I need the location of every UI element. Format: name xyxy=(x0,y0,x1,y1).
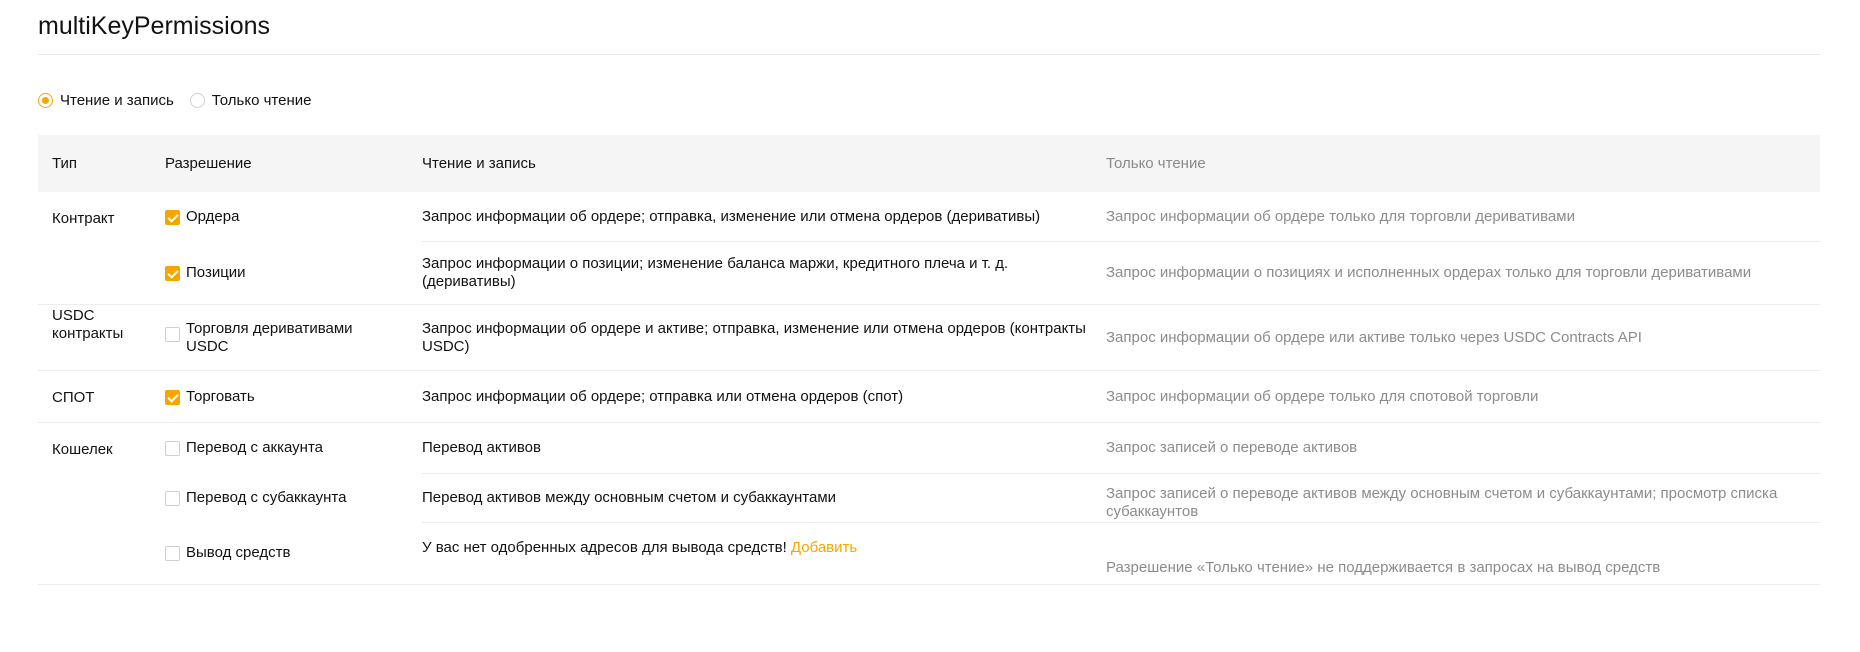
radio-read-only-indicator[interactable] xyxy=(189,92,205,108)
read-write-description: Перевод активов xyxy=(422,439,541,456)
header-type: Тип xyxy=(52,155,78,172)
permission-cell: Перевод с аккаунта xyxy=(165,423,422,473)
spot-trade-checkbox[interactable] xyxy=(165,389,180,405)
permission-label: Ордера xyxy=(186,207,240,225)
group-type-label: Контракт xyxy=(52,210,115,227)
group-type-label: СПОТ xyxy=(52,389,95,406)
read-only-description: Запрос информации об ордере только для т… xyxy=(1106,207,1575,225)
table-row: Перевод с аккаунта Перевод активов Запро… xyxy=(165,423,1820,473)
group-wallet: Кошелек Перевод с аккаунта Перевод актив… xyxy=(38,423,1820,585)
permission-label: Торговать xyxy=(186,387,255,405)
table-row: Ордера Запрос информации об ордере; отпр… xyxy=(165,192,1820,241)
header-read-only: Только чтение xyxy=(1106,155,1206,172)
account-transfer-checkbox[interactable] xyxy=(165,441,180,456)
permission-cell: Перевод с субаккаунта xyxy=(165,473,422,522)
header-read-write: Чтение и запись xyxy=(422,155,536,172)
usdc-derivatives-checkbox[interactable] xyxy=(165,327,180,342)
permission-label: Перевод с аккаунта xyxy=(186,439,324,456)
radio-read-only-label: Только чтение xyxy=(211,91,312,109)
group-usdc-contracts: USDC контракты Торговля деривативами USD… xyxy=(38,305,1820,371)
permissions-panel: multiKeyPermissions Чтение и запись Толь… xyxy=(38,0,1820,585)
read-write-description: Запрос информации об ордере и активе; от… xyxy=(422,319,1086,355)
table-header: Тип Разрешение Чтение и запись Только чт… xyxy=(38,135,1820,192)
add-address-link[interactable]: Добавить xyxy=(791,539,857,557)
read-only-description: Запрос записей о переводе активов между … xyxy=(1106,473,1820,522)
table-row: Вывод средств У вас нет одобренных адрес… xyxy=(165,522,1820,584)
radio-read-only[interactable]: Только чтение xyxy=(189,91,312,109)
withdrawal-checkbox[interactable] xyxy=(165,546,180,561)
radio-read-write[interactable]: Чтение и запись xyxy=(38,92,174,109)
radio-read-write-indicator[interactable] xyxy=(38,92,53,108)
group-type-label: USDC контракты xyxy=(52,307,124,342)
positions-checkbox[interactable] xyxy=(165,265,180,281)
page-title: multiKeyPermissions xyxy=(38,0,1820,55)
header-permission: Разрешение xyxy=(165,155,252,172)
read-write-description: Запрос информации об ордере; отправка ил… xyxy=(422,387,904,405)
group-contract: Контракт Ордера Запрос информации об орд… xyxy=(38,192,1820,305)
permission-cell: Позиции xyxy=(165,241,422,304)
read-only-description: Разрешение «Только чтение» не поддержива… xyxy=(1106,522,1820,584)
no-addresses-message: У вас нет одобренных адресов для вывода … xyxy=(422,539,787,556)
permission-label: Перевод с субаккаунта xyxy=(186,488,347,506)
mode-selector: Чтение и запись Только чтение xyxy=(38,85,1820,115)
read-only-description: Запрос информации о позициях и исполненн… xyxy=(1106,241,1820,304)
permissions-table: Тип Разрешение Чтение и запись Только чт… xyxy=(38,135,1820,585)
permission-cell: Торговля деривативами USDC xyxy=(165,305,422,370)
permission-cell: Ордера xyxy=(165,192,422,241)
read-write-description: Перевод активов между основным счетом и … xyxy=(422,473,1106,522)
read-write-description: Запрос информации о позиции; изменение б… xyxy=(422,241,1106,304)
group-type-label: Кошелек xyxy=(52,441,113,458)
subaccount-transfer-checkbox[interactable] xyxy=(165,490,180,506)
radio-read-write-label: Чтение и запись xyxy=(60,91,174,109)
permission-cell: Торговать xyxy=(165,371,422,422)
read-only-description: Запрос записей о переводе активов xyxy=(1106,439,1358,456)
permission-label: Позиции xyxy=(186,263,246,281)
permission-label: Торговля деривативами USDC xyxy=(186,319,353,355)
read-only-description: Запрос информации об ордере только для с… xyxy=(1106,387,1539,405)
group-spot: СПОТ Торговать Запрос информации об орде… xyxy=(38,371,1820,423)
table-row: Перевод с субаккаунта Перевод активов ме… xyxy=(165,473,1820,522)
read-write-description: Запрос информации об ордере; отправка, и… xyxy=(422,207,1041,225)
read-write-description: У вас нет одобренных адресов для вывода … xyxy=(422,522,1106,584)
permission-cell: Вывод средств xyxy=(165,522,422,584)
permission-label: Вывод средств xyxy=(186,544,291,561)
table-row: Позиции Запрос информации о позиции; изм… xyxy=(165,241,1820,304)
table-row: Торговать Запрос информации об ордере; о… xyxy=(165,371,1820,422)
table-row: Торговля деривативами USDC Запрос информ… xyxy=(165,305,1820,370)
read-only-description: Запрос информации об ордере или активе т… xyxy=(1106,328,1642,346)
orders-checkbox[interactable] xyxy=(165,209,180,225)
